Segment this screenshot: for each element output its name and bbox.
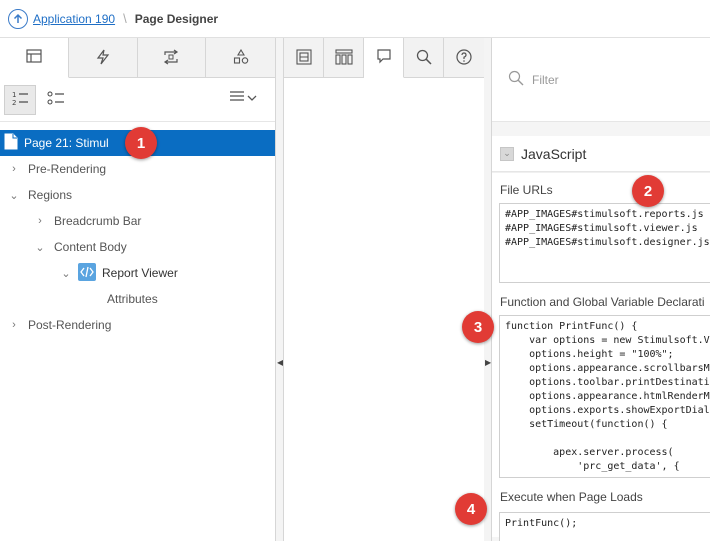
shapes-icon xyxy=(233,48,249,68)
tree-node-label: Regions xyxy=(28,188,73,202)
help-icon xyxy=(456,48,472,68)
chevron-right-icon[interactable]: › xyxy=(8,163,20,175)
execute-on-load-label: Execute when Page Loads xyxy=(500,490,643,504)
search-icon xyxy=(416,49,432,68)
dynamic-actions-tab[interactable] xyxy=(69,38,138,78)
tab-help[interactable] xyxy=(444,38,484,78)
chevron-down-icon[interactable]: ⌄ xyxy=(34,241,46,254)
breadcrumb-separator: \ xyxy=(123,11,127,26)
numbered-list-icon: 12 xyxy=(11,90,29,109)
filter-input[interactable]: Filter xyxy=(532,73,559,87)
left-splitter[interactable]: ◀ xyxy=(276,38,283,541)
function-declaration-editor[interactable]: function PrintFunc() { var options = new… xyxy=(499,315,710,478)
tab-layout[interactable] xyxy=(284,38,324,78)
chevron-down-icon[interactable]: ⌄ xyxy=(60,267,72,280)
tree-node-regions[interactable]: ⌄ Regions xyxy=(0,182,275,208)
svg-text:2: 2 xyxy=(12,99,16,106)
javascript-section-header[interactable]: ⌄ JavaScript xyxy=(492,136,710,172)
function-declaration-label: Function and Global Variable Declarati xyxy=(500,295,705,309)
collapse-toggle-icon[interactable]: ⌄ xyxy=(500,146,514,161)
tree-node-post-rendering[interactable]: › Post-Rendering xyxy=(0,312,275,338)
chevron-down-icon[interactable]: ⌄ xyxy=(8,189,20,202)
speech-bubble-icon xyxy=(376,48,392,67)
tree-menu-button[interactable] xyxy=(230,90,257,105)
tree-node-label: Breadcrumb Bar xyxy=(54,214,142,228)
tree-node-content-body[interactable]: ⌄ Content Body xyxy=(0,234,275,260)
tree-node-label: Report Viewer xyxy=(102,266,178,280)
top-bar: Application 190 \ Page Designer xyxy=(0,0,710,38)
processing-tab[interactable] xyxy=(138,38,207,78)
arrows-loop-icon xyxy=(162,49,180,68)
left-pane: 12 Page 21: Stimul › Pre-Rendering ⌄ Reg… xyxy=(0,38,276,541)
file-urls-label: File URLs xyxy=(500,183,553,197)
file-urls-textarea[interactable]: #APP_IMAGES#stimulsoft.reports.js #APP_I… xyxy=(499,203,710,283)
rendering-tab[interactable] xyxy=(0,38,69,78)
tree-node-label: Content Body xyxy=(54,240,127,254)
tree-node-label: Attributes xyxy=(107,292,158,306)
application-link[interactable]: Application 190 xyxy=(33,12,115,26)
page-icon xyxy=(4,133,18,153)
tree-node-label: Post-Rendering xyxy=(28,318,112,332)
tree-node-pre-rendering[interactable]: › Pre-Rendering xyxy=(0,156,275,182)
numbered-list-button[interactable]: 12 xyxy=(4,84,36,115)
tree-toolbar: 12 xyxy=(0,78,275,122)
search-icon xyxy=(508,70,524,89)
bullet-list-button[interactable] xyxy=(40,85,72,115)
grid-columns-icon xyxy=(334,48,353,68)
page-title: Page Designer xyxy=(134,11,219,26)
tab-messages[interactable] xyxy=(364,38,404,78)
tab-component-view[interactable] xyxy=(324,38,364,78)
chevron-right-icon[interactable]: › xyxy=(8,319,20,331)
chevron-down-icon xyxy=(247,91,257,105)
tree-node-label: Page 21: Stimul xyxy=(24,136,109,150)
middle-pane xyxy=(283,38,491,541)
tree-node-label: Pre-Rendering xyxy=(28,162,107,176)
property-editor: Filter ⌄ JavaScript File URLs #APP_IMAGE… xyxy=(491,38,710,541)
execute-on-load-editor[interactable]: PrintFunc(); xyxy=(499,512,710,541)
shared-components-tab[interactable] xyxy=(206,38,275,78)
filter-bar: Filter xyxy=(492,38,710,122)
left-tabs xyxy=(0,38,275,78)
chevron-right-icon[interactable]: › xyxy=(34,215,46,227)
middle-tabs xyxy=(284,38,490,78)
callout-badge-2: 2 xyxy=(632,175,664,207)
layout-icon xyxy=(295,48,312,68)
callout-badge-1: 1 xyxy=(125,127,157,159)
lightning-icon xyxy=(96,49,110,68)
tree-node-attributes[interactable]: Attributes xyxy=(0,286,275,312)
tree-node-report-viewer[interactable]: ⌄ Report Viewer xyxy=(0,260,275,286)
up-arrow-icon[interactable] xyxy=(8,8,28,29)
hamburger-icon xyxy=(230,90,244,105)
tree-node-breadcrumb-bar[interactable]: › Breadcrumb Bar xyxy=(0,208,275,234)
code-region-icon xyxy=(78,262,96,284)
svg-text:1: 1 xyxy=(12,91,16,99)
bullet-list-icon xyxy=(47,90,65,109)
callout-badge-4: 4 xyxy=(455,493,487,525)
tab-search[interactable] xyxy=(404,38,444,78)
tree-list-icon xyxy=(26,49,42,66)
right-splitter[interactable]: ▶ xyxy=(484,38,491,541)
callout-badge-3: 3 xyxy=(462,311,494,343)
section-title: JavaScript xyxy=(521,145,587,162)
